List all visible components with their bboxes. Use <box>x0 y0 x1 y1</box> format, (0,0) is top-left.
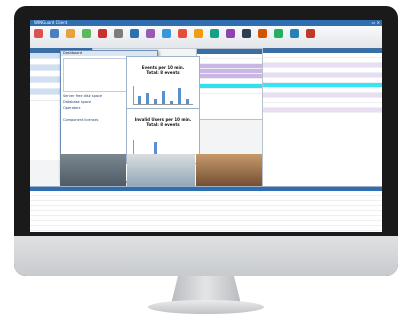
ribbon-button[interactable] <box>32 28 45 46</box>
ribbon-button[interactable] <box>80 28 93 46</box>
chart-bar <box>170 101 173 104</box>
ribbon-toolbar <box>30 26 382 49</box>
message-panel <box>196 48 264 120</box>
warning-icon <box>194 28 203 38</box>
ribbon-button[interactable] <box>224 28 237 46</box>
ribbon-button[interactable] <box>96 28 109 46</box>
ribbon-button[interactable] <box>208 28 221 46</box>
chart-bar <box>154 98 157 104</box>
table-row[interactable] <box>30 226 382 231</box>
chart-bar <box>162 90 165 104</box>
ribbon-button[interactable] <box>256 28 269 46</box>
events-chart-bars <box>133 86 193 105</box>
camera-feed-1[interactable] <box>60 154 126 188</box>
camera-feed-2[interactable] <box>127 154 195 188</box>
chart-bar <box>138 96 141 104</box>
invalid-users-chart-subtitle: Total: 8 events <box>146 122 180 127</box>
list-item[interactable] <box>197 89 263 94</box>
stop-icon <box>98 28 107 38</box>
exit-icon <box>306 28 315 38</box>
camera-icon <box>210 28 219 38</box>
map-icon <box>290 28 299 38</box>
table-row[interactable] <box>263 108 382 113</box>
monitor-stand-foot <box>148 300 264 314</box>
camera-feed-3[interactable] <box>196 154 262 188</box>
chart-icon <box>146 28 155 38</box>
fire-icon <box>258 28 267 38</box>
lock-icon <box>242 28 251 38</box>
chart-bar <box>186 98 189 104</box>
chart-bar <box>178 88 181 104</box>
alarm-icon <box>34 28 43 38</box>
door-icon <box>274 28 283 38</box>
folder-icon <box>66 28 75 38</box>
ribbon-button[interactable] <box>192 28 205 46</box>
chart-bar <box>146 93 149 104</box>
settings-icon <box>226 28 235 38</box>
ribbon-button[interactable] <box>112 28 125 46</box>
heart-icon <box>178 28 187 38</box>
monitor-icon <box>130 28 139 38</box>
window-controls[interactable]: ▭ ✕ <box>372 20 380 26</box>
ribbon-button[interactable] <box>48 28 61 46</box>
ribbon-button[interactable] <box>304 28 317 46</box>
app-screen: WINGuard Client ▭ ✕ Dashboard Server fre… <box>30 20 382 232</box>
events-chart-subtitle: Total: 8 events <box>146 70 180 75</box>
check-icon <box>82 28 91 38</box>
ribbon-button[interactable] <box>176 28 189 46</box>
events-chart: Events per 10 min. Total: 8 events <box>126 56 200 110</box>
ribbon-button[interactable] <box>240 28 253 46</box>
ribbon-button[interactable] <box>160 28 173 46</box>
ribbon-button[interactable] <box>288 28 301 46</box>
home-icon <box>50 28 59 38</box>
main-grid <box>262 48 382 188</box>
window-title: WINGuard Client <box>34 20 68 25</box>
log-table <box>30 186 382 232</box>
monitor-chin <box>14 236 398 276</box>
print-icon <box>114 28 123 38</box>
user-icon <box>162 28 171 38</box>
ribbon-button[interactable] <box>272 28 285 46</box>
window-titlebar: WINGuard Client ▭ ✕ <box>30 20 382 26</box>
ribbon-button[interactable] <box>64 28 77 46</box>
ribbon-button[interactable] <box>128 28 141 46</box>
ribbon-button[interactable] <box>144 28 157 46</box>
